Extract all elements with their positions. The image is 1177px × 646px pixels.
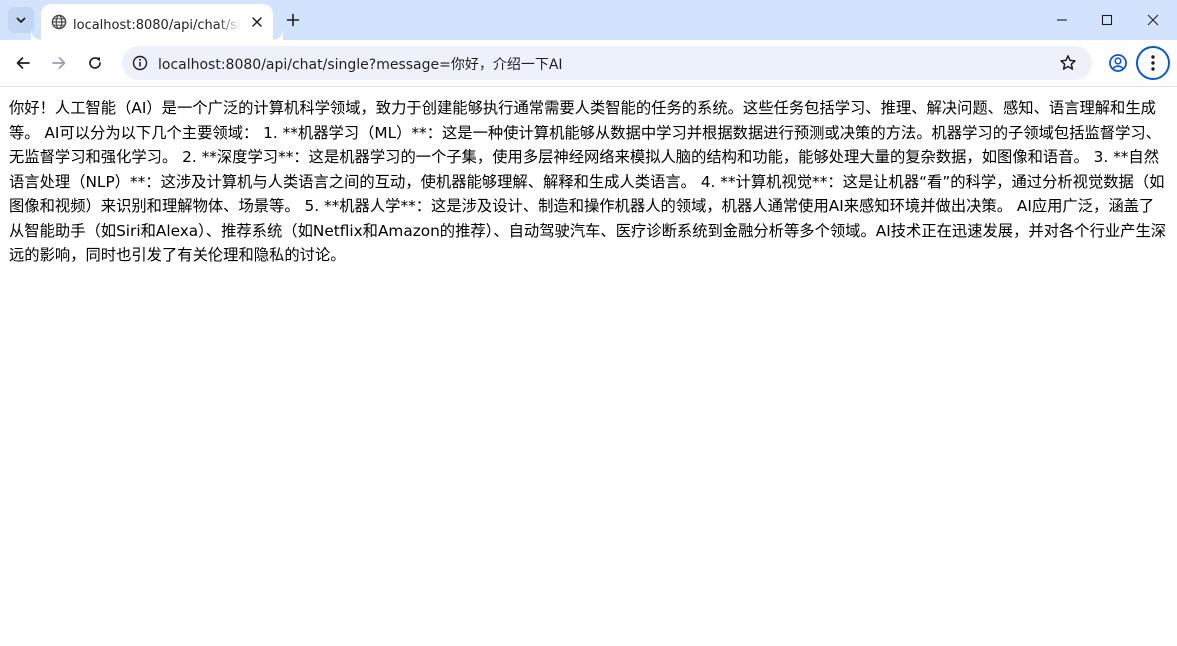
forward-button[interactable] — [44, 48, 74, 78]
star-icon[interactable] — [1056, 51, 1080, 75]
reload-button[interactable] — [80, 48, 110, 78]
kebab-menu-icon — [1151, 55, 1155, 71]
close-window-button[interactable] — [1130, 0, 1176, 40]
reload-icon — [87, 55, 103, 71]
url-text[interactable]: localhost:8080/api/chat/single?message=你… — [158, 54, 563, 73]
maximize-icon — [1101, 14, 1113, 26]
minimize-button[interactable] — [1039, 0, 1085, 40]
arrow-left-icon — [15, 55, 31, 71]
browser-menu-button[interactable] — [1136, 46, 1170, 80]
page-content: 你好！人工智能（AI）是一个广泛的计算机科学领域，致力于创建能够执行通常需要人类… — [0, 87, 1177, 646]
api-response-text: 你好！人工智能（AI）是一个广泛的计算机科学领域，致力于创建能够执行通常需要人类… — [9, 99, 1167, 264]
plus-icon — [286, 13, 300, 27]
minimize-icon — [1056, 14, 1068, 26]
chevron-down-icon — [15, 14, 27, 26]
profile-icon — [1108, 53, 1128, 73]
address-bar[interactable]: localhost:8080/api/chat/single?message=你… — [122, 46, 1092, 80]
new-tab-button[interactable] — [281, 8, 305, 32]
info-icon[interactable] — [130, 53, 150, 73]
globe-icon — [51, 14, 67, 30]
close-window-icon — [1147, 14, 1159, 26]
arrow-right-icon — [51, 55, 67, 71]
close-icon[interactable] — [247, 12, 267, 32]
tab-title: localhost:8080/api/chat/single?message=你… — [73, 18, 241, 32]
back-button[interactable] — [8, 48, 38, 78]
tab-strip: localhost:8080/api/chat/single?message=你… — [0, 0, 1177, 40]
profile-button[interactable] — [1105, 50, 1131, 76]
browser-toolbar: localhost:8080/api/chat/single?message=你… — [0, 40, 1177, 87]
maximize-button[interactable] — [1084, 0, 1130, 40]
browser-tab[interactable]: localhost:8080/api/chat/single?message=你… — [41, 4, 283, 40]
